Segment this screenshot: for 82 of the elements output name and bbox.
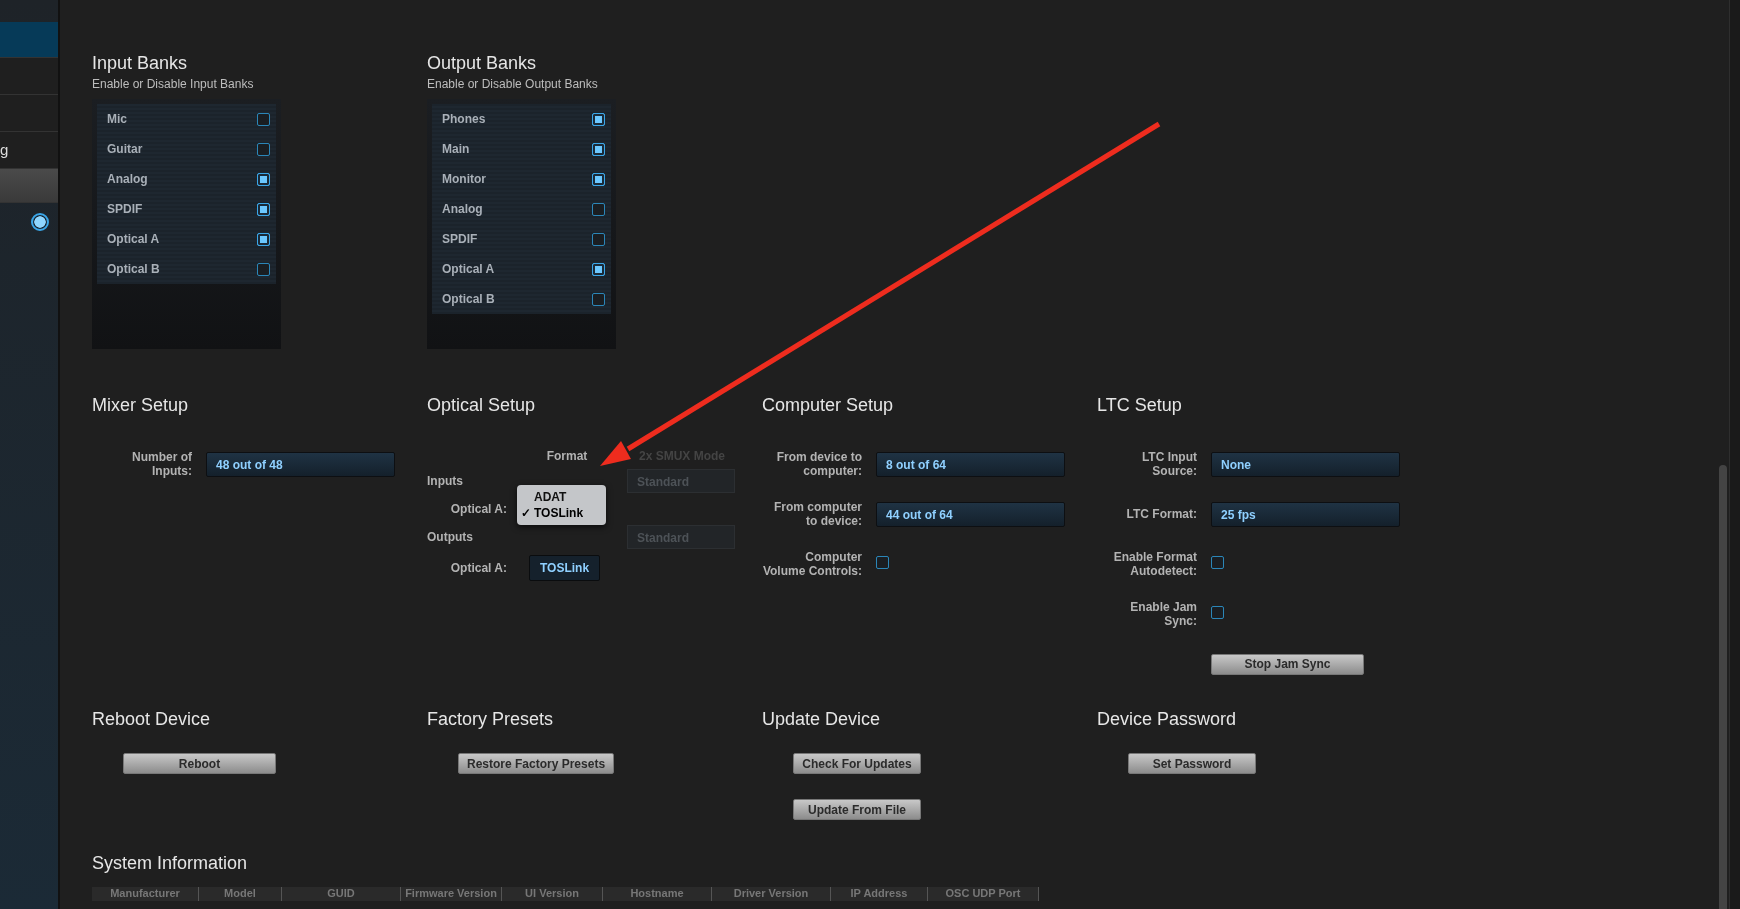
bank-label: Optical A <box>107 232 160 246</box>
column-header[interactable]: Hostname <box>603 887 712 901</box>
column-header[interactable]: IP Address <box>831 887 928 901</box>
select-button[interactable]: TOSLink <box>529 555 601 581</box>
column-header[interactable]: Manufacturer <box>92 887 199 901</box>
checkbox[interactable] <box>592 142 605 156</box>
field-label: From computer to device: <box>773 500 862 528</box>
menu-item[interactable]: ADAT <box>517 489 606 505</box>
checkbox[interactable] <box>1211 606 1224 619</box>
bank-label: Guitar <box>107 142 143 156</box>
checkbox[interactable] <box>1211 556 1224 569</box>
checkbox[interactable] <box>592 202 605 216</box>
bank-label: Monitor <box>442 172 486 186</box>
action-button[interactable]: Set Password <box>1128 753 1256 774</box>
checkbox[interactable] <box>592 172 605 186</box>
field-label: Computer Volume Controls: <box>762 550 862 578</box>
select-field[interactable]: 8 out of 64 <box>876 451 1065 477</box>
column-header[interactable]: OSC UDP Port <box>928 887 1039 901</box>
checkbox[interactable] <box>257 232 270 246</box>
checkbox[interactable] <box>876 556 889 569</box>
action-button[interactable]: Check For Updates <box>793 753 921 774</box>
select-field[interactable]: None <box>1211 451 1400 477</box>
check-mark: ✓ <box>519 505 532 521</box>
checkbox[interactable] <box>257 112 270 126</box>
radio-button[interactable] <box>31 213 49 231</box>
field-label: Optical A: <box>449 561 507 575</box>
section-title: Mixer Setup <box>92 394 190 416</box>
checkbox[interactable] <box>592 262 605 276</box>
field-label: Enable Format Autodetect: <box>1112 550 1197 578</box>
field-label: Optical A: <box>449 502 507 516</box>
checkbox[interactable] <box>257 142 270 156</box>
action-button[interactable]: Reboot <box>123 753 276 774</box>
bank-label: Mic <box>107 112 127 126</box>
bank-label: Analog <box>107 172 148 186</box>
section-title: Optical Setup <box>427 394 537 416</box>
section-title: Reboot Device <box>92 708 212 730</box>
section-title: LTC Setup <box>1097 394 1183 416</box>
bank-label: Phones <box>442 112 486 126</box>
field-label: LTC Input Source: <box>1140 450 1197 478</box>
section-subtitle: Enable or Disable Output Banks <box>427 77 599 91</box>
checkbox[interactable] <box>257 202 270 216</box>
checkbox[interactable] <box>592 112 605 126</box>
stop-jam-sync-button[interactable]: Stop Jam Sync <box>1211 653 1364 675</box>
checkbox[interactable] <box>592 232 605 246</box>
section-title: Factory Presets <box>427 708 555 730</box>
checkbox[interactable] <box>257 262 270 276</box>
column-header[interactable]: Driver Version <box>712 887 831 901</box>
bank-label: Optical B <box>107 262 160 276</box>
section-title: Input Banks <box>92 52 189 74</box>
column-header: Format <box>545 449 589 463</box>
column-header[interactable]: Firmware Version <box>401 887 502 901</box>
bank-label: Optical A <box>442 262 495 276</box>
scrollbar[interactable] <box>1719 465 1727 909</box>
column-header[interactable]: UI Version <box>502 887 603 901</box>
section-title: Computer Setup <box>762 394 895 416</box>
section-subtitle: Enable or Disable Input Banks <box>92 77 255 91</box>
select-field[interactable]: 48 out of 48 <box>206 451 395 477</box>
menu-item[interactable]: ✓ TOSLink <box>517 505 606 521</box>
group-label: Inputs <box>427 474 464 488</box>
bank-label: Main <box>442 142 470 156</box>
select-field[interactable]: 44 out of 64 <box>876 501 1065 527</box>
section-title: System Information <box>92 852 249 874</box>
section-title: Update Device <box>762 708 882 730</box>
field-label: From device to computer: <box>775 450 862 478</box>
action-button[interactable]: Restore Factory Presets <box>458 753 615 774</box>
bank-label: Analog <box>442 202 483 216</box>
bank-label: Optical B <box>442 292 495 306</box>
checkbox[interactable] <box>257 172 270 186</box>
group-label: Outputs <box>427 530 474 544</box>
select-field[interactable]: 25 fps <box>1211 501 1400 527</box>
checkbox[interactable] <box>592 292 605 306</box>
field-label: Enable Jam Sync: <box>1129 600 1197 628</box>
section-title: Device Password <box>1097 708 1238 730</box>
bank-label: SPDIF <box>442 232 478 246</box>
sidebar-item[interactable]: g <box>0 132 58 169</box>
bank-label: SPDIF <box>107 202 143 216</box>
section-title: Output Banks <box>427 52 538 74</box>
field-label: Number of Inputs: <box>131 450 192 478</box>
action-button[interactable]: Update From File <box>793 799 921 820</box>
field-label: LTC Format: <box>1125 507 1197 521</box>
column-header[interactable]: GUID <box>282 887 401 901</box>
column-header[interactable]: Model <box>199 887 282 901</box>
